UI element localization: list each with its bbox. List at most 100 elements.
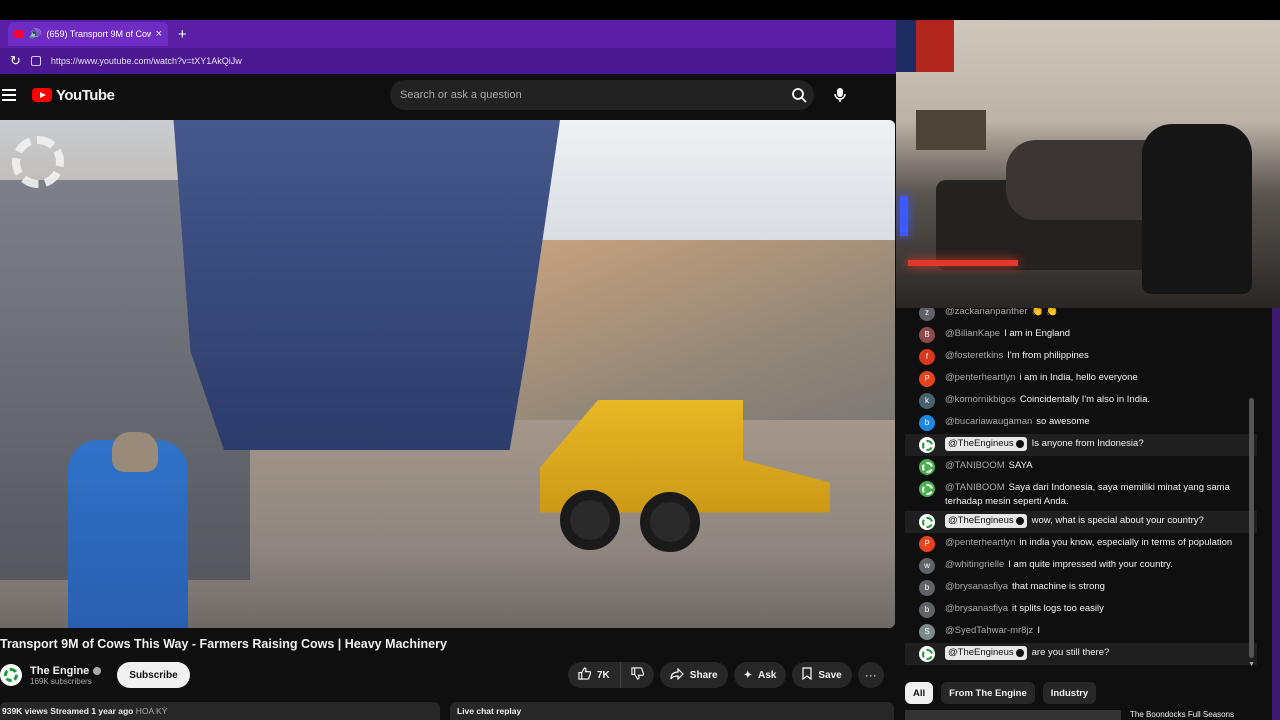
description-box[interactable]: 939K views Streamed 1 year ago HOA KỲ [0,702,440,720]
chat-username[interactable]: @penterheartlyn [945,537,1015,548]
chat-message-list: z @zackarianpanther 👏 👏 B @BilianKape I am in… [905,308,1257,665]
filter-chip-all[interactable]: All [905,682,934,704]
close-tab-icon[interactable]: × [156,28,162,40]
like-button[interactable]: 7K [568,662,621,688]
browser-tab-bar: 🔊 (659) Transport 9M of Cows Th × + [0,20,896,48]
new-tab-icon[interactable]: + [178,26,187,43]
next-video-title[interactable]: The Boondocks Full Seasons [905,710,1265,720]
filter-chip-industry[interactable]: Industry [1042,682,1097,704]
browser-tab[interactable]: 🔊 (659) Transport 9M of Cows Th × [8,22,168,46]
chat-username[interactable]: @brysanasfiya [945,581,1008,592]
ask-button[interactable]: ✦ Ask [733,662,787,688]
chat-message[interactable]: z @zackarianpanther 👏 👏 [905,308,1257,324]
bookmark-icon [802,667,812,683]
live-chat-replay-header[interactable]: Live chat replay [450,702,894,720]
chat-avatar[interactable] [919,459,935,475]
search-icon[interactable] [784,80,814,110]
channel-owner-badge[interactable]: @TheEngineus [945,437,1027,451]
chat-message[interactable]: b @bucariawaugaman so awesome [905,412,1257,434]
chat-message[interactable]: P @penterheartlyn in india you know, espec… [905,533,1257,555]
chat-username[interactable]: @komornikbigos [945,394,1016,405]
chat-username-text: @whitingrielle [945,559,1005,570]
chat-message[interactable]: w @whitingrielle I am quite impressed with… [905,555,1257,577]
chat-avatar[interactable]: b [919,415,935,431]
chat-message[interactable]: f @fosteretkins I'm from philippines [905,346,1257,368]
subscribe-button[interactable]: Subscribe [117,662,190,688]
chat-username[interactable]: @TANIBOOM [945,460,1005,471]
chat-username[interactable]: @fosteretkins [945,350,1003,361]
dislike-button[interactable] [620,662,654,688]
chat-message[interactable]: @TheEngineus Is anyone from Indonesia? [905,434,1257,456]
chat-message[interactable]: @TANIBOOM SAYA [905,456,1257,478]
chat-username-text: @brysanasfiya [945,603,1008,614]
chat-message[interactable]: b @brysanasfiya that machine is strong [905,577,1257,599]
save-label: Save [818,669,842,681]
chat-message[interactable]: @TheEngineus are you still there? [905,643,1257,665]
chat-username[interactable]: @brysanasfiya [945,603,1008,614]
chat-username[interactable]: @SyedTahwar-mr8jz [945,625,1033,636]
chat-avatar[interactable]: w [919,558,935,574]
chat-message-text: I'm from philippines [1007,350,1089,361]
chat-message-text: that machine is strong [1011,581,1105,592]
chat-username[interactable]: @BilianKape [945,328,1000,339]
chat-avatar[interactable]: B [919,327,935,343]
chat-avatar[interactable]: b [919,602,935,618]
save-button[interactable]: Save [792,662,852,688]
channel-avatar[interactable] [0,664,22,686]
site-info-icon[interactable] [30,56,41,66]
chat-avatar[interactable]: z [919,308,935,321]
youtube-logo[interactable]: YouTube [32,87,115,104]
scroll-down-icon[interactable]: ▼ [1248,661,1255,668]
chat-message[interactable]: b @brysanasfiya it splits logs too easily [905,599,1257,621]
youtube-play-icon [32,88,52,102]
chat-username[interactable]: @TANIBOOM [945,482,1005,493]
sparkle-icon: ✦ [743,669,752,681]
chat-message[interactable]: B @BilianKape I am in England [905,324,1257,346]
chat-avatar[interactable]: f [919,349,935,365]
chat-message[interactable]: @TANIBOOM Saya dari Indonesia, saya memil… [905,478,1257,511]
chat-avatar[interactable]: b [919,580,935,596]
channel-owner-badge[interactable]: @TheEngineus [945,646,1027,660]
chat-username[interactable]: @penterheartlyn [945,372,1015,383]
share-button[interactable]: Share [659,662,728,688]
filter-chip-from-the-engine[interactable]: From The Engine [941,682,1035,704]
chat-avatar[interactable] [919,646,935,662]
chat-message-text: wow, what is special about your country? [1031,515,1204,526]
chat-avatar[interactable]: P [919,536,935,552]
address-bar[interactable]: ↻ https://www.youtube.com/watch?v=tXY1Ak… [0,48,896,74]
chat-message[interactable]: P @penterheartlyn i am in India, hello eve… [905,368,1257,390]
chat-username-text: @TheEngineus [948,438,1014,449]
speaker-icon[interactable]: 🔊 [29,29,41,40]
chat-username[interactable]: @zackarianpanther [945,308,1028,317]
chat-username-text: @komornikbigos [945,394,1016,405]
reload-icon[interactable]: ↻ [10,53,21,69]
chat-avatar[interactable] [919,437,935,453]
video-location: HOA KỲ [135,706,168,716]
verified-check-icon [1015,648,1024,657]
microphone-icon[interactable] [826,81,854,109]
hamburger-menu-icon[interactable] [2,89,16,101]
chat-message-text: I am quite impressed with your country. [1008,559,1173,570]
chat-message[interactable]: S @SyedTahwar-mr8jz I [905,621,1257,643]
more-actions-icon[interactable]: ··· [857,662,884,688]
chat-avatar[interactable] [919,481,935,497]
live-chat-panel[interactable]: z @zackarianpanther 👏 👏 B @BilianKape I am in… [905,308,1257,670]
chat-avatar[interactable] [919,514,935,530]
ask-label: Ask [757,669,777,681]
chat-message-text: I am in England [1004,328,1071,339]
chat-message[interactable]: @TheEngineus wow, what is special about y… [905,511,1257,533]
chat-filter-chips: All From The Engine Industry [905,682,1097,704]
chat-message[interactable]: k @komornikbigos Coincidentally I'm also i… [905,390,1257,412]
chat-avatar[interactable]: S [919,624,935,640]
channel-name[interactable]: The Engine [30,665,89,677]
chat-avatar[interactable]: P [919,371,935,387]
url-text[interactable]: https://www.youtube.com/watch?v=tXY1AkQi… [51,56,242,66]
video-player[interactable] [0,120,895,628]
channel-owner-badge[interactable]: @TheEngineus [945,514,1027,528]
chat-username[interactable]: @bucariawaugaman [945,416,1032,427]
chat-username[interactable]: @whitingrielle [945,559,1004,570]
channel-name-link[interactable]: The Engine [30,665,102,677]
chat-scrollbar[interactable] [1249,398,1254,658]
chat-avatar[interactable]: k [919,393,935,409]
search-input[interactable] [400,89,784,101]
